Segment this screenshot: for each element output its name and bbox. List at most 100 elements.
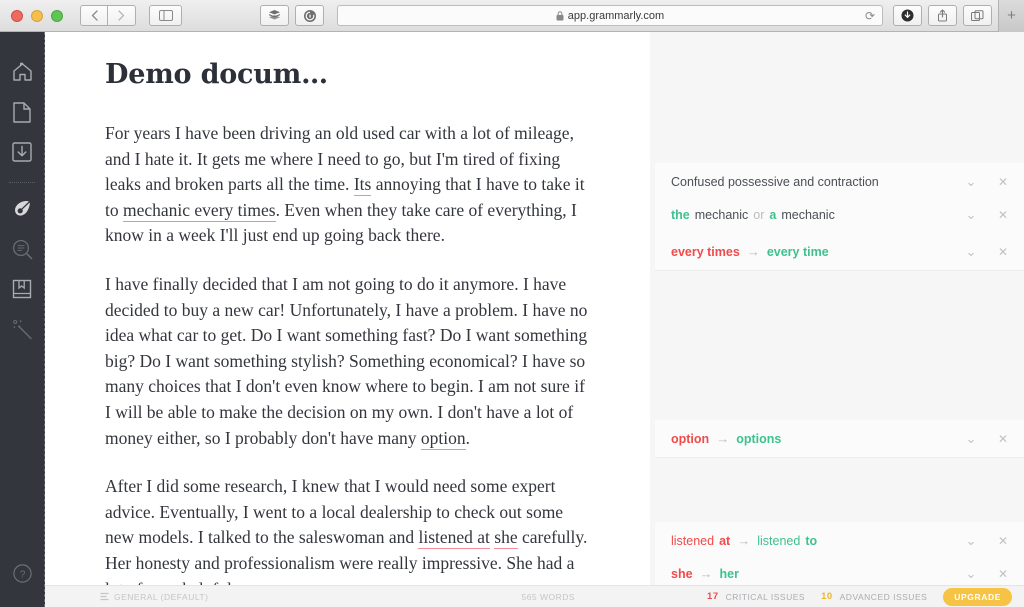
card-actions[interactable]: ⌄ ✕ bbox=[964, 567, 1010, 580]
sidebar-item-home[interactable] bbox=[0, 52, 45, 92]
suggestion-to-plain: listened bbox=[757, 533, 801, 548]
browser-chrome: app.grammarly.com ⟳ + bbox=[0, 0, 1024, 32]
suggestion-rest-word-alt: mechanic bbox=[781, 207, 835, 222]
close-icon[interactable]: ✕ bbox=[996, 246, 1010, 258]
navigation-buttons[interactable] bbox=[80, 5, 136, 26]
maximize-window-button[interactable] bbox=[51, 9, 63, 22]
suggestion-card[interactable]: every times → every time ⌄ ✕ bbox=[655, 233, 1024, 271]
window-controls[interactable] bbox=[11, 9, 63, 22]
status-bar: GENERAL (DEFAULT) 565 WORDS 17 CRITICAL … bbox=[45, 585, 1024, 607]
card-actions[interactable]: ⌄ ✕ bbox=[964, 175, 1010, 188]
lock-icon bbox=[556, 10, 564, 20]
critical-issues-label: CRITICAL ISSUES bbox=[725, 591, 806, 602]
sidebar-toggle-icon bbox=[158, 10, 173, 21]
arrow-icon: → bbox=[746, 244, 760, 259]
suggestion-text: she → her bbox=[671, 566, 964, 581]
sidebar-item-handbook[interactable] bbox=[0, 269, 45, 309]
close-icon[interactable]: ✕ bbox=[996, 209, 1010, 221]
card-actions[interactable]: ⌄ ✕ bbox=[964, 245, 1010, 258]
download-circle-icon bbox=[901, 9, 914, 22]
document-title[interactable]: Demo docum… bbox=[105, 59, 590, 90]
error-she[interactable]: she bbox=[494, 527, 518, 550]
suggestion-add-word-alt: a bbox=[769, 207, 777, 222]
sidebar-item-assistant[interactable] bbox=[0, 309, 45, 349]
paragraph-2[interactable]: I have finally decided that I am not goi… bbox=[105, 272, 590, 451]
share-button[interactable] bbox=[928, 5, 957, 26]
svg-text:?: ? bbox=[19, 569, 25, 580]
tab-overview-button[interactable] bbox=[963, 5, 992, 26]
upgrade-button[interactable]: UPGRADE bbox=[943, 587, 1012, 606]
chevron-down-icon[interactable]: ⌄ bbox=[964, 432, 978, 445]
suggestion-text: option → options bbox=[671, 431, 964, 446]
toolbar-right-buttons[interactable] bbox=[893, 5, 992, 26]
close-icon[interactable]: ✕ bbox=[996, 568, 1010, 580]
chevron-down-icon[interactable]: ⌄ bbox=[964, 534, 978, 547]
suggestion-from: every times bbox=[671, 244, 740, 259]
error-mechanic-every-times[interactable]: mechanic every times bbox=[123, 199, 276, 222]
suggestion-text: Confused possessive and contraction bbox=[671, 175, 964, 189]
chevron-down-icon[interactable]: ⌄ bbox=[964, 245, 978, 258]
arrow-icon: → bbox=[737, 533, 751, 548]
error-listened-at[interactable]: listened at bbox=[418, 527, 490, 550]
suggestion-card[interactable]: the mechanic or a mechanic ⌄ ✕ bbox=[655, 196, 1024, 234]
forward-button[interactable] bbox=[108, 5, 136, 26]
downloads-button[interactable] bbox=[893, 5, 922, 26]
address-bar[interactable]: app.grammarly.com ⟳ bbox=[337, 5, 883, 26]
chevron-down-icon[interactable]: ⌄ bbox=[964, 175, 978, 188]
close-icon[interactable]: ✕ bbox=[996, 535, 1010, 547]
rail-divider bbox=[9, 182, 35, 183]
sidebar-item-download[interactable] bbox=[0, 132, 45, 172]
suggestion-from: she bbox=[671, 566, 693, 581]
new-tab-label: + bbox=[1007, 7, 1016, 24]
chevron-down-icon[interactable]: ⌄ bbox=[964, 567, 978, 580]
privacy-report-button[interactable] bbox=[295, 5, 324, 26]
bookmarks-button[interactable] bbox=[260, 5, 289, 26]
chevron-left-icon bbox=[91, 10, 98, 21]
card-actions[interactable]: ⌄ ✕ bbox=[964, 208, 1010, 221]
arrow-icon: → bbox=[716, 431, 730, 446]
suggestions-panel: Confused possessive and contraction ⌄ ✕ … bbox=[650, 32, 1024, 607]
card-actions[interactable]: ⌄ ✕ bbox=[964, 534, 1010, 547]
paragraph-3[interactable]: After I did some research, I knew that I… bbox=[105, 474, 590, 602]
back-button[interactable] bbox=[80, 5, 108, 26]
goal-setting[interactable]: GENERAL (DEFAULT) bbox=[100, 592, 208, 602]
new-tab-button[interactable]: + bbox=[998, 0, 1024, 32]
close-icon[interactable]: ✕ bbox=[996, 433, 1010, 445]
sidebar-item-plagiarism[interactable] bbox=[0, 229, 45, 269]
suggestion-rest-word: mechanic bbox=[694, 207, 749, 222]
close-window-button[interactable] bbox=[11, 9, 23, 22]
sidebar-item-writing[interactable] bbox=[0, 189, 45, 229]
stack-icon bbox=[268, 10, 281, 20]
minimize-window-button[interactable] bbox=[31, 9, 43, 22]
sidebar-item-new-document[interactable] bbox=[0, 92, 45, 132]
reload-icon[interactable]: ⟳ bbox=[865, 9, 875, 23]
document-editor[interactable]: Demo docum… For years I have been drivin… bbox=[45, 32, 650, 607]
share-icon bbox=[938, 9, 947, 22]
suggestion-text: the mechanic or a mechanic bbox=[671, 208, 964, 222]
help-button[interactable]: ? bbox=[0, 553, 45, 593]
paragraph-1[interactable]: For years I have been driving an old use… bbox=[105, 121, 590, 249]
issue-summary: 17 CRITICAL ISSUES 10 ADVANCED ISSUES UP… bbox=[707, 587, 1012, 606]
error-option[interactable]: option bbox=[420, 427, 466, 450]
toolbar-middle-buttons[interactable] bbox=[260, 5, 324, 26]
advanced-issues-label: ADVANCED ISSUES bbox=[839, 591, 928, 602]
close-icon[interactable]: ✕ bbox=[996, 176, 1010, 188]
suggestion-to-bold: to bbox=[805, 533, 818, 548]
show-sidebar-button[interactable] bbox=[149, 5, 182, 26]
word-count: 565 WORDS bbox=[521, 591, 576, 602]
suggestion-card[interactable]: option → options ⌄ ✕ bbox=[655, 420, 1024, 458]
card-actions[interactable]: ⌄ ✕ bbox=[964, 432, 1010, 445]
suggestion-to: every time bbox=[766, 244, 829, 259]
error-its[interactable]: Its bbox=[353, 174, 372, 197]
goal-label: GENERAL (DEFAULT) bbox=[114, 591, 209, 602]
chevron-down-icon[interactable]: ⌄ bbox=[964, 208, 978, 221]
url-text-group: app.grammarly.com bbox=[556, 10, 664, 22]
suggestion-to: her bbox=[719, 566, 739, 581]
download-icon bbox=[12, 142, 32, 162]
suggestion-from-plain: listened bbox=[671, 533, 715, 548]
arrow-icon: → bbox=[699, 566, 713, 581]
suggestion-title: Confused possessive and contraction bbox=[671, 174, 879, 189]
url-hostname: app.grammarly.com bbox=[567, 9, 665, 22]
suggestion-text: listened at → listened to bbox=[671, 533, 964, 548]
suggestion-from-bold: at bbox=[719, 533, 731, 548]
